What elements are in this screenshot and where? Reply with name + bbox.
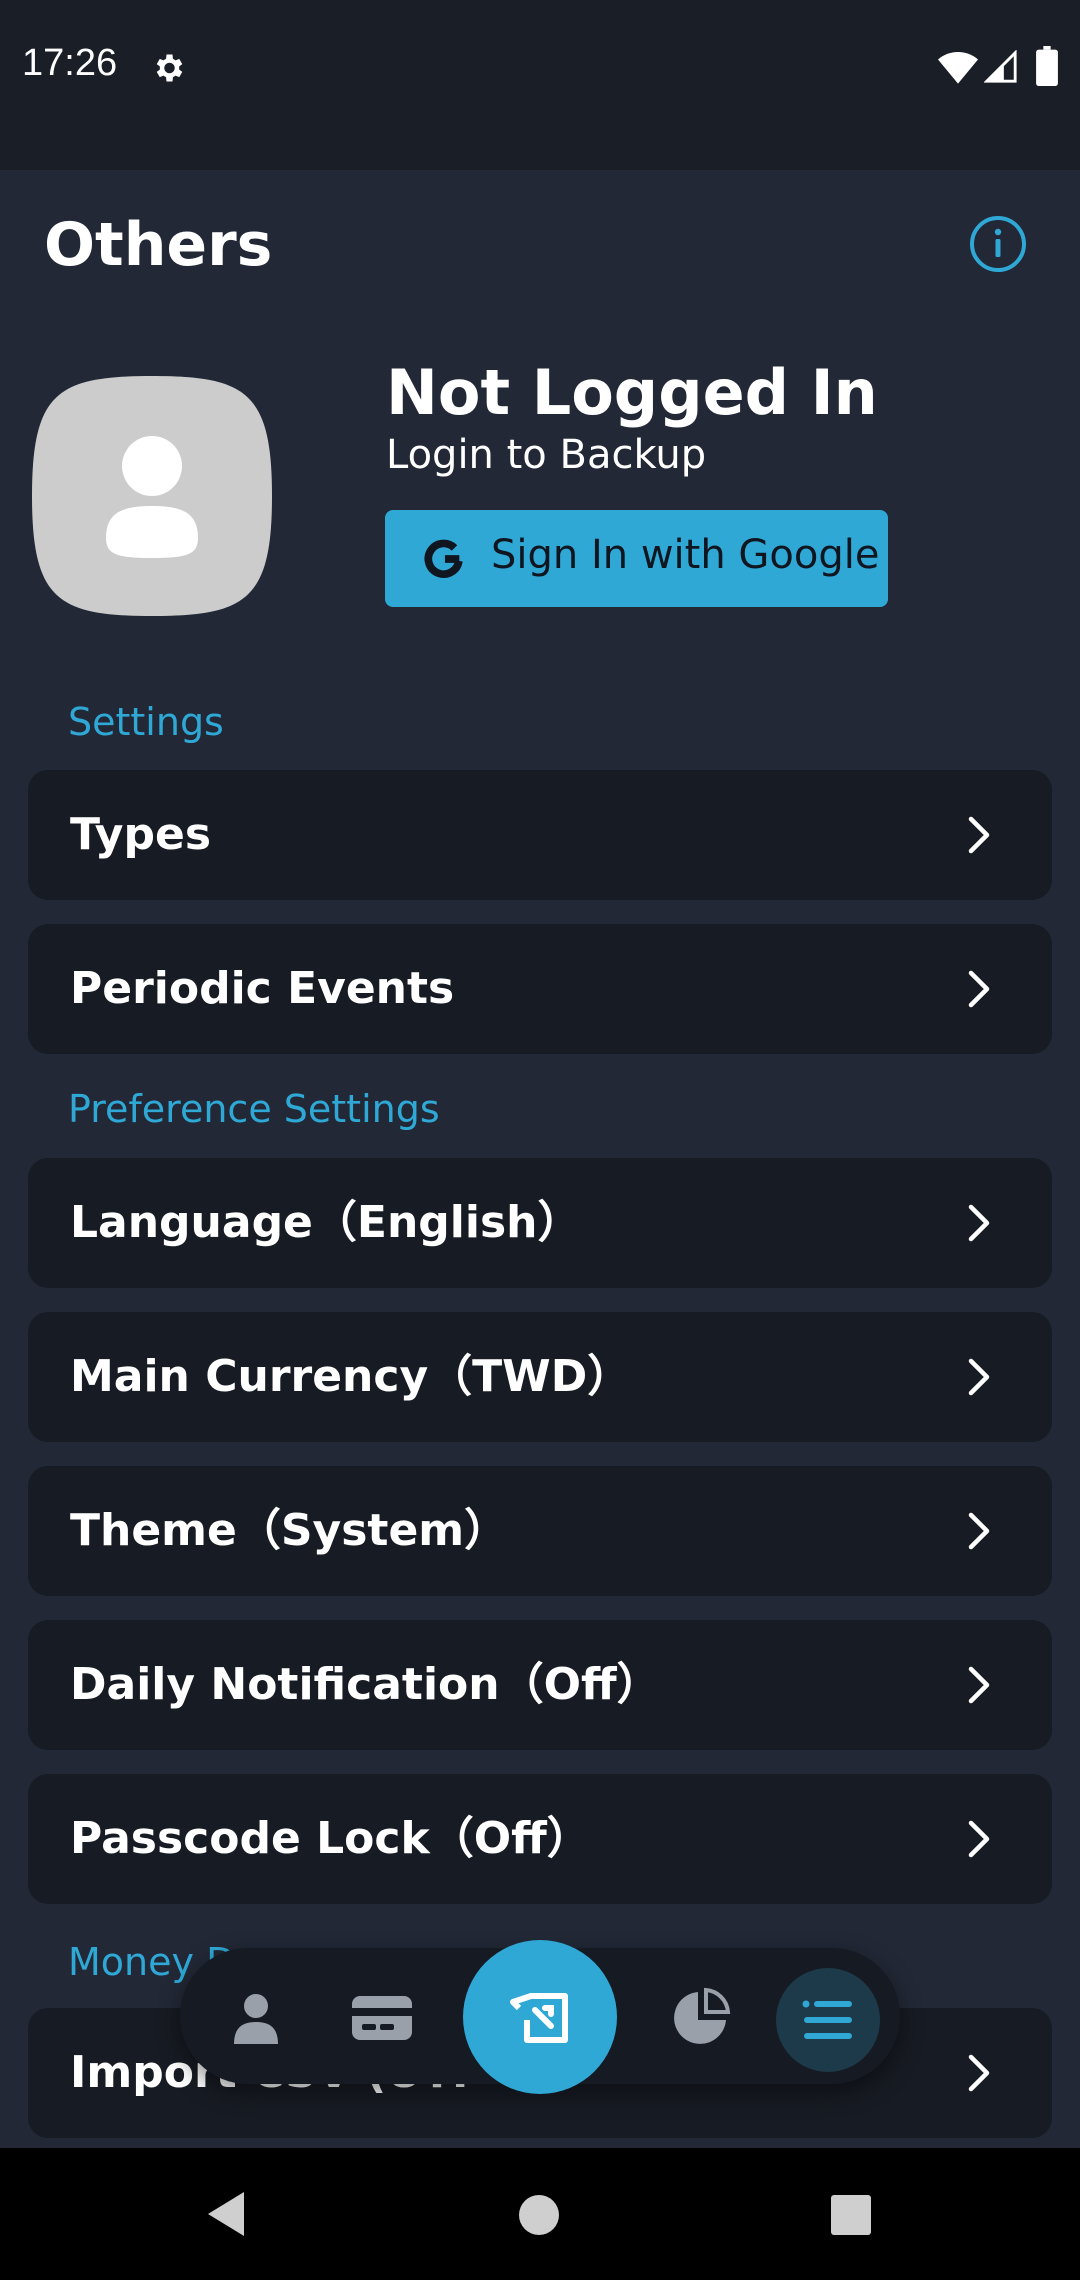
chevron-right-icon xyxy=(968,970,990,1008)
status-bar: 17:26 xyxy=(0,0,1080,170)
row-main-currency[interactable]: Main Currency（TWD） xyxy=(28,1312,1052,1442)
system-nav-bar xyxy=(0,2148,1080,2280)
row-label: Theme（System） xyxy=(70,1505,509,1556)
row-periodic-events[interactable]: Periodic Events xyxy=(28,924,1052,1054)
row-label: Main Currency（TWD） xyxy=(70,1351,632,1402)
wifi-icon xyxy=(938,52,978,84)
chevron-right-icon xyxy=(968,1512,990,1550)
google-sign-in-button[interactable]: Sign In with Google xyxy=(385,510,888,607)
row-label: Periodic Events xyxy=(70,963,455,1014)
section-preferences-header: Preference Settings xyxy=(68,1087,440,1131)
add-record-button[interactable] xyxy=(463,1940,617,2094)
chevron-right-icon xyxy=(968,2054,990,2092)
status-time: 17:26 xyxy=(22,42,118,84)
info-icon[interactable] xyxy=(968,214,1028,274)
recent-apps-icon[interactable] xyxy=(830,2194,872,2236)
row-label: Passcode Lock（Off） xyxy=(70,1813,591,1864)
battery-icon xyxy=(1036,46,1058,86)
bottom-nav xyxy=(180,1940,900,2094)
menu-button[interactable] xyxy=(776,1968,880,2072)
header: Others xyxy=(0,170,1080,330)
row-types[interactable]: Types xyxy=(28,770,1052,900)
chevron-right-icon xyxy=(968,1358,990,1396)
pie-chart-icon[interactable] xyxy=(670,1986,732,2048)
row-language[interactable]: Language（English） xyxy=(28,1158,1052,1288)
google-icon xyxy=(424,539,463,578)
page-title: Others xyxy=(44,210,273,280)
profile-name: Not Logged In xyxy=(386,356,878,429)
signal-icon xyxy=(984,50,1017,83)
chevron-right-icon xyxy=(968,1204,990,1242)
row-label: Types xyxy=(70,809,212,860)
section-settings-header: Settings xyxy=(68,700,224,744)
row-daily-notification[interactable]: Daily Notification（Off） xyxy=(28,1620,1052,1750)
card-icon[interactable] xyxy=(350,1992,414,2044)
row-passcode-lock[interactable]: Passcode Lock（Off） xyxy=(28,1774,1052,1904)
chevron-right-icon xyxy=(968,1820,990,1858)
gear-icon xyxy=(156,54,183,82)
row-theme[interactable]: Theme（System） xyxy=(28,1466,1052,1596)
person-icon[interactable] xyxy=(226,1988,286,2048)
user-avatar-icon[interactable] xyxy=(28,372,276,620)
add-record-icon xyxy=(510,1993,568,2043)
row-label: Daily Notification（Off） xyxy=(70,1659,661,1710)
chevron-right-icon xyxy=(968,1666,990,1704)
home-icon[interactable] xyxy=(518,2194,560,2236)
row-label: Language（English） xyxy=(70,1197,582,1248)
back-icon[interactable] xyxy=(204,2190,248,2238)
menu-icon xyxy=(802,2000,852,2039)
google-sign-in-label: Sign In with Google xyxy=(491,532,880,578)
profile-subtitle: Login to Backup xyxy=(386,432,707,478)
chevron-right-icon xyxy=(968,816,990,854)
screen: 17:26 Others Not Logged In Login to Back… xyxy=(0,0,1080,2280)
